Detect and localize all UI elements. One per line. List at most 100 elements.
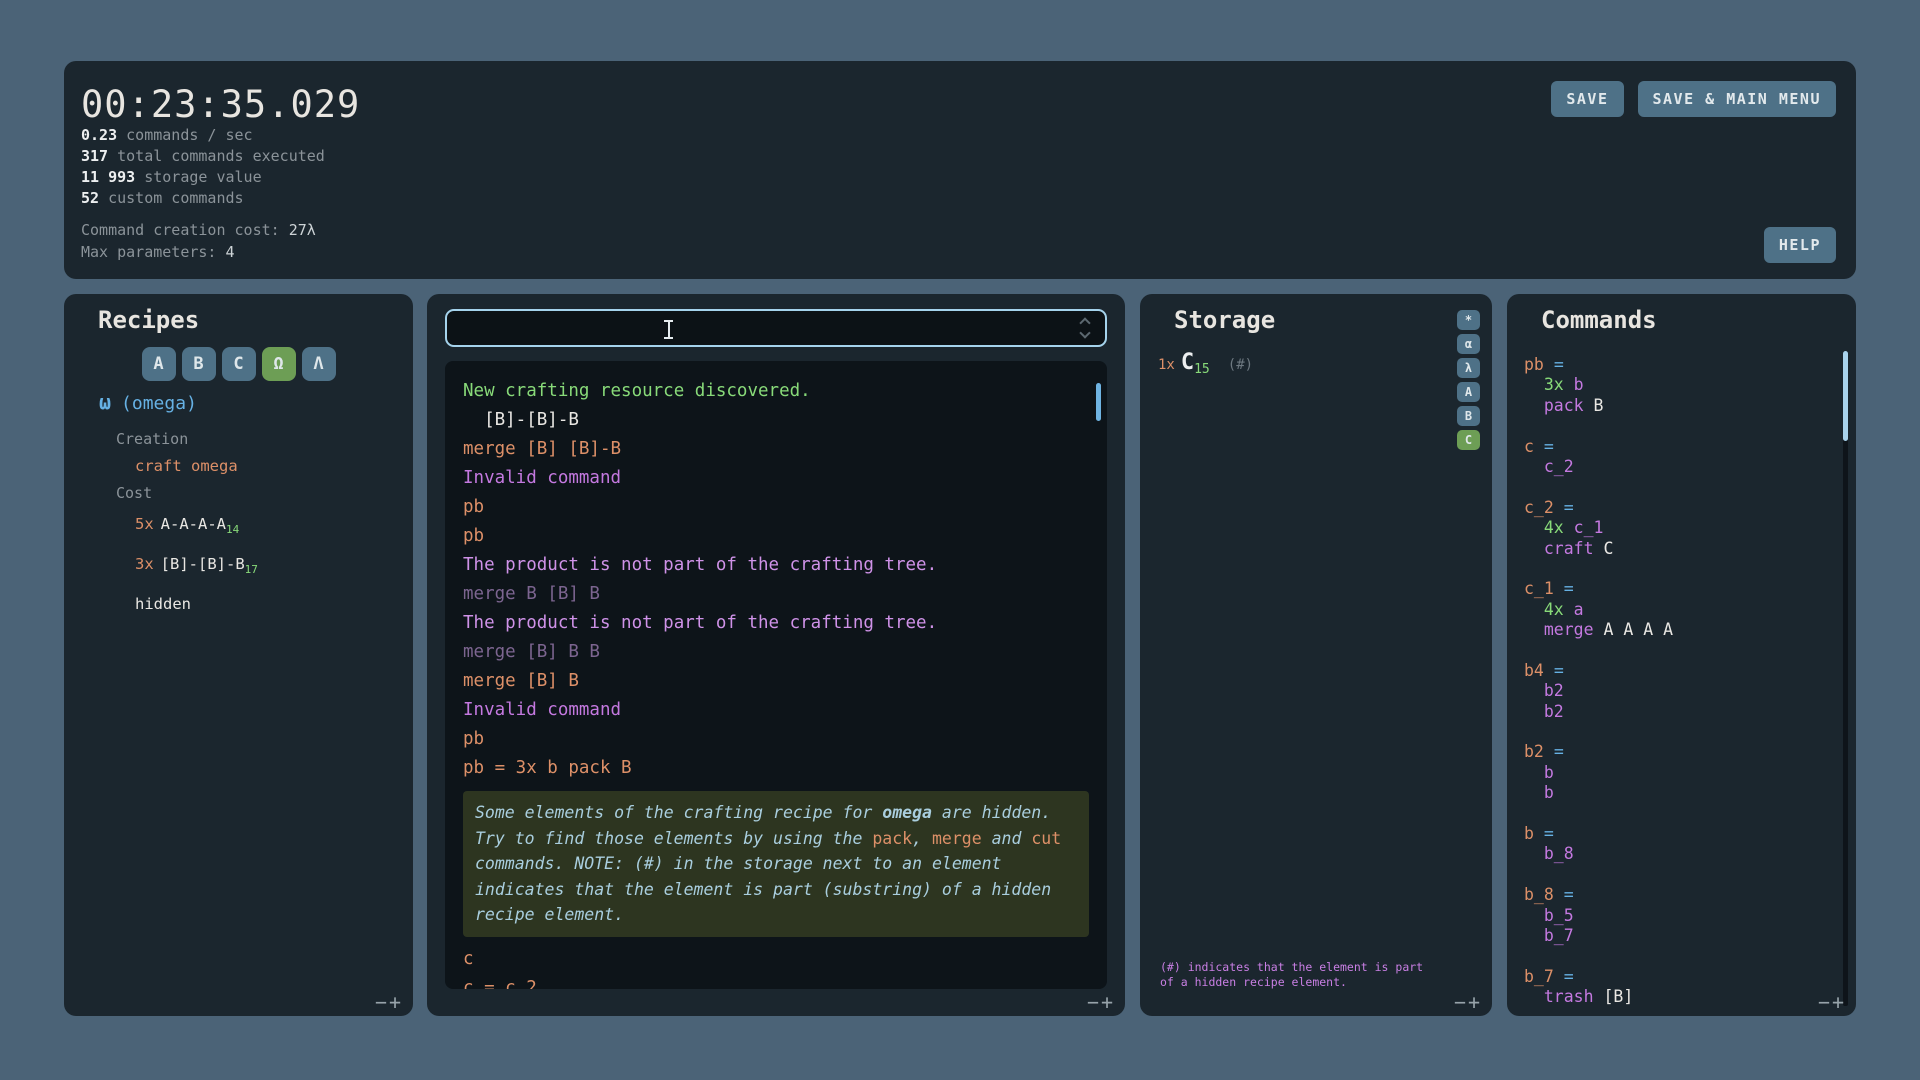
zoom-out-button[interactable]: − [1087, 990, 1101, 1014]
recipes-filter-Λ[interactable]: Λ [302, 347, 336, 381]
recipes-panel: Recipes ABCΩΛ ω(omega) Creation craft om… [64, 294, 413, 1016]
command-line: b [1524, 763, 1830, 783]
storage-filter-λ[interactable]: λ [1457, 358, 1480, 378]
command-input[interactable] [457, 313, 1057, 343]
storage-zoom-controls: −+ [1454, 990, 1482, 1014]
storage-filter-*[interactable]: * [1457, 310, 1480, 330]
terminal-line: merge [B] B B [463, 638, 1089, 667]
text-segment: = [1544, 824, 1554, 843]
command-line: c = [1524, 437, 1830, 457]
commands-scrollbar-track[interactable] [1843, 351, 1848, 1006]
text-segment: = [1554, 355, 1564, 374]
recipes-filter-A[interactable]: A [142, 347, 176, 381]
text-segment: = [1554, 742, 1564, 761]
command-line: pack B [1524, 396, 1830, 416]
zoom-in-button[interactable]: + [1101, 990, 1115, 1014]
recipes-filter-B[interactable]: B [182, 347, 216, 381]
text-segment: a [1574, 600, 1584, 619]
item-element: C [1181, 350, 1194, 375]
recipes-filter-Ω[interactable]: Ω [262, 347, 296, 381]
stat-row: 317 total commands executed [81, 146, 325, 167]
combobox-chevrons-icon[interactable] [1081, 319, 1091, 337]
terminal-line: Invalid command [463, 696, 1089, 725]
zoom-out-button[interactable]: − [1454, 990, 1468, 1014]
item-count: 15 [1194, 362, 1210, 377]
recipes-title: Recipes [98, 306, 199, 334]
command-line: b = [1524, 824, 1830, 844]
text-segment: pack [872, 829, 912, 848]
text-segment: b_7 [1524, 926, 1574, 945]
cost-count: 14 [226, 523, 239, 536]
terminal-line: pb [463, 725, 1089, 754]
text-segment: b [1574, 375, 1584, 394]
terminal-line: merge [B] [B]-B [463, 435, 1089, 464]
command-input-wrap [445, 309, 1107, 347]
terminal-output: New crafting resource discovered. [B]-[B… [445, 361, 1107, 989]
command-line: 3x b [1524, 375, 1830, 395]
stat-row: 52 custom commands [81, 188, 325, 209]
commands-zoom-controls: −+ [1818, 990, 1846, 1014]
text-segment: c_2 [1524, 498, 1564, 517]
stat-row: 0.23 commands / sec [81, 125, 325, 146]
meta-value: 4 [226, 243, 235, 261]
cost-label: Cost [64, 480, 413, 507]
stat-value: 0.23 [81, 126, 117, 144]
text-segment: c [463, 949, 474, 969]
text-segment: b [1524, 824, 1544, 843]
meta-label: Command creation cost: [81, 221, 289, 239]
storage-filter-α[interactable]: α [1457, 334, 1480, 354]
hidden-part-marker: (#) [1228, 357, 1253, 373]
recipes-filter-row: ABCΩΛ [64, 347, 413, 381]
zoom-out-button[interactable]: − [375, 990, 389, 1014]
command-line: b [1524, 783, 1830, 803]
storage-filter-B[interactable]: B [1457, 406, 1480, 426]
command-line [1524, 722, 1830, 742]
recipes-zoom-controls: −+ [375, 990, 403, 1014]
header-panel: 00:23:35.029 0.23 commands / sec317 tota… [64, 61, 1856, 279]
text-segment: c_1 [1574, 518, 1604, 537]
text-segment: b2 [1524, 702, 1564, 721]
command-line: trash [B] [1524, 987, 1830, 1007]
item-qty: 1x [1158, 357, 1175, 373]
game-timer: 00:23:35.029 [81, 83, 360, 126]
recipe-name-label: (omega) [121, 393, 197, 414]
terminal-line: The product is not part of the crafting … [463, 609, 1089, 638]
help-button[interactable]: HELP [1764, 227, 1836, 263]
commands-title: Commands [1541, 306, 1657, 334]
zoom-in-button[interactable]: + [1468, 990, 1482, 1014]
hint-note: Some elements of the crafting recipe for… [463, 791, 1089, 937]
text-segment: b_8 [1524, 844, 1574, 863]
cost-element: [B]-[B]-B [161, 555, 245, 573]
command-line: b2 = [1524, 742, 1830, 762]
recipes-filter-C[interactable]: C [222, 347, 256, 381]
cost-row: 3x[B]-[B]-B17 [64, 547, 413, 587]
text-segment: trash [1524, 987, 1603, 1006]
cost-row: hidden [64, 587, 413, 621]
cost-element: A-A-A-A [161, 515, 226, 533]
text-segment: and [982, 829, 1032, 848]
text-segment: merge [1524, 620, 1603, 639]
save-main-menu-button[interactable]: SAVE & MAIN MENU [1638, 81, 1837, 117]
text-segment: b2 [1524, 742, 1554, 761]
zoom-in-button[interactable]: + [389, 990, 403, 1014]
storage-filter-C[interactable]: C [1457, 430, 1480, 450]
stat-row: 11 993 storage value [81, 167, 325, 188]
text-segment: b [1524, 783, 1554, 802]
commands-scrollbar-thumb[interactable] [1843, 351, 1848, 441]
command-line: craft C [1524, 539, 1830, 559]
stat-label: storage value [135, 168, 261, 186]
terminal-line: pb = 3x b pack B [463, 754, 1089, 783]
command-line [1524, 865, 1830, 885]
meta-row: Command creation cost: 27λ [81, 219, 316, 241]
terminal-scrollbar-thumb[interactable] [1096, 383, 1101, 421]
zoom-out-button[interactable]: − [1818, 990, 1832, 1014]
save-button[interactable]: SAVE [1551, 81, 1623, 117]
zoom-in-button[interactable]: + [1832, 990, 1846, 1014]
text-segment: b_7 [1524, 967, 1564, 986]
text-segment: cut [1031, 829, 1061, 848]
text-segment: = [1564, 498, 1574, 517]
storage-filter-A[interactable]: A [1457, 382, 1480, 402]
text-segment: c [1524, 437, 1544, 456]
command-line: b4 = [1524, 661, 1830, 681]
text-segment: New crafting resource discovered. [463, 381, 811, 401]
